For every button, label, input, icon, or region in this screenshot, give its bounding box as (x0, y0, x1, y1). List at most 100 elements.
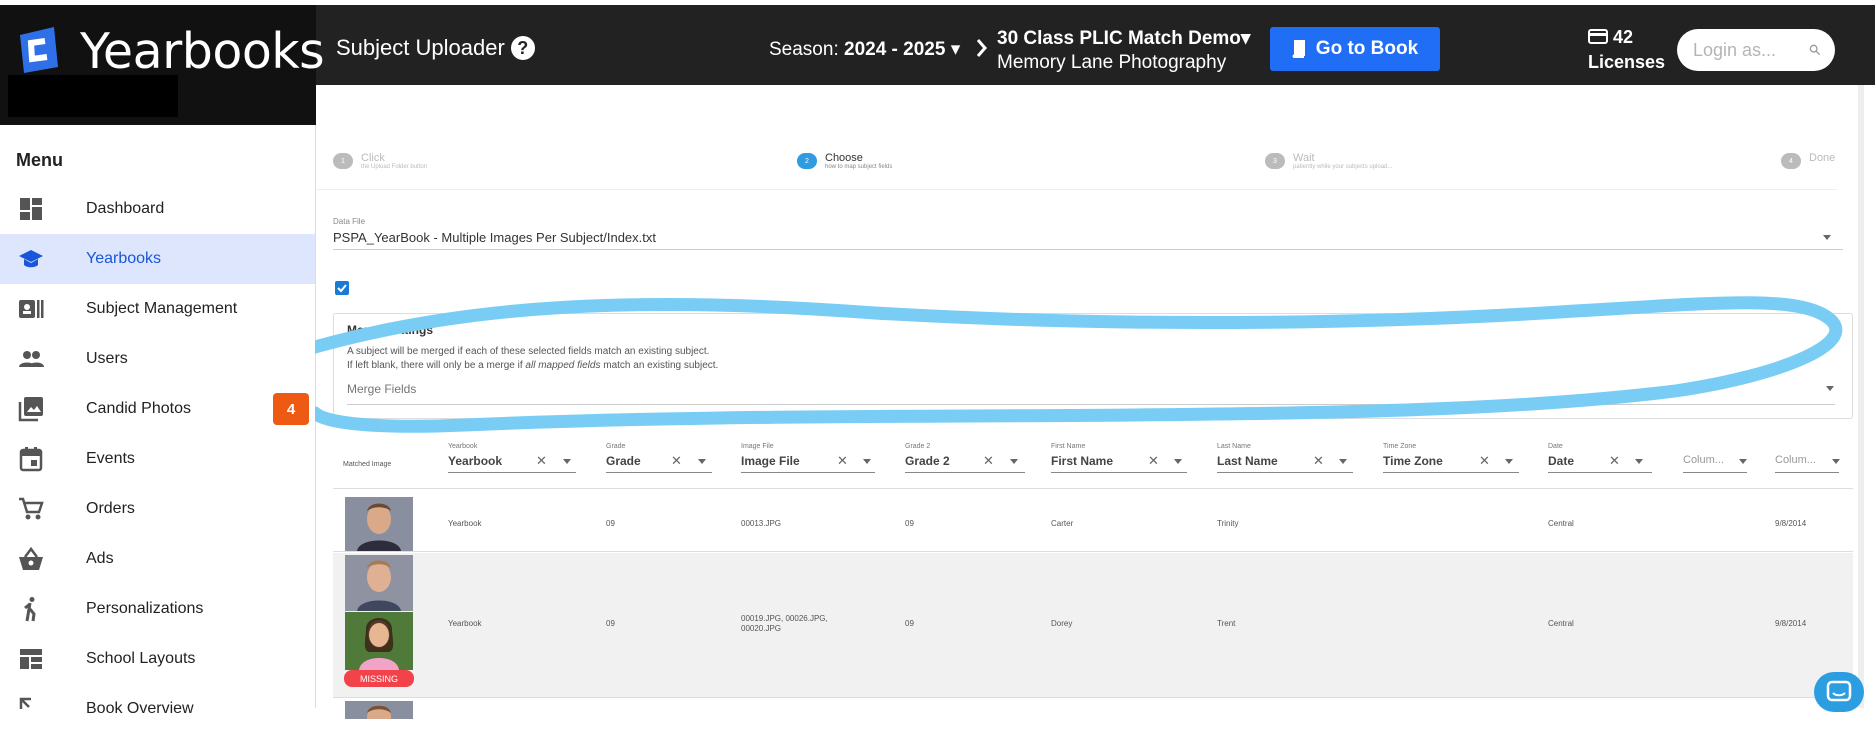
sidebar-item-orders[interactable]: Orders (0, 484, 315, 534)
caret-down-icon[interactable] (1505, 459, 1513, 464)
column-mapping-time-zone[interactable]: Time Zone Time Zone ✕ (1383, 439, 1523, 489)
sidebar-item-subject-management[interactable]: Subject Management (0, 284, 315, 334)
clear-icon[interactable]: ✕ (1479, 453, 1490, 469)
main-content: 1 Click the Upload Folder button 2 Choos… (315, 85, 1862, 719)
column-mapping-yearbook[interactable]: Yearbook Yearbook ✕ (448, 439, 578, 489)
column-mapping-unassigned[interactable]: Colum... (1683, 439, 1753, 489)
caret-down-icon[interactable] (1339, 459, 1347, 464)
column-source-label: First Name (1051, 443, 1086, 450)
column-mapped-field: Last Name (1217, 454, 1278, 468)
sidebar-item-candid-photos[interactable]: Candid Photos 4 (0, 384, 315, 434)
caret-down-icon[interactable] (1010, 459, 1018, 464)
go-to-book-button[interactable]: Go to Book (1270, 27, 1440, 71)
column-mapping-date[interactable]: Date Date ✕ (1548, 439, 1658, 489)
sidebar-item-dashboard[interactable]: Dashboard (0, 184, 315, 234)
graduation-cap-icon (19, 250, 43, 268)
column-mapping-grade[interactable]: Grade Grade ✕ (606, 439, 716, 489)
cell-image-file: 00019.JPG, 00026.JPG, (741, 614, 828, 623)
field-underline (606, 472, 712, 473)
step-description: how to map subject fields (825, 164, 893, 170)
sidebar-item-book-overview[interactable]: Book Overview (0, 684, 315, 734)
caret-down-icon[interactable] (1826, 386, 1834, 391)
chevron-right-icon (976, 39, 987, 57)
caret-down-icon[interactable] (698, 459, 706, 464)
yearbooks-logo-icon (20, 27, 58, 73)
clear-icon[interactable]: ✕ (837, 453, 848, 469)
data-file-label: Data File (333, 217, 366, 226)
clear-icon[interactable]: ✕ (536, 453, 547, 469)
checkmark-icon (337, 284, 347, 293)
clear-icon[interactable]: ✕ (1148, 453, 1159, 469)
column-mapped-field: Colum... (1775, 454, 1816, 466)
column-mapped-field: Yearbook (448, 454, 503, 468)
column-mapped-field: First Name (1051, 454, 1114, 468)
page-title-text: Subject Uploader (336, 35, 505, 60)
column-mapping-first-name[interactable]: First Name First Name ✕ (1051, 439, 1191, 489)
clear-icon[interactable]: ✕ (1313, 453, 1324, 469)
sidebar-item-label: Candid Photos (86, 400, 191, 417)
option-checkbox[interactable] (335, 281, 349, 295)
season-value: 2024 - 2025 (844, 39, 946, 60)
sidebar-item-yearbooks[interactable]: Yearbooks (0, 234, 315, 284)
column-mapped-field: Image File (741, 454, 800, 468)
merge-settings-title: Merge Settings (347, 323, 434, 337)
mapping-table-header: Matched Image Yearbook Yearbook ✕ Grade … (333, 439, 1853, 489)
column-mapped-field: Grade (606, 454, 641, 468)
merge-settings-description: A subject will be merged if each of thes… (347, 346, 710, 357)
table-row[interactable] (333, 699, 1853, 719)
caret-down-icon[interactable] (863, 459, 871, 464)
upload-stepper: 1 Click the Upload Folder button 2 Choos… (317, 145, 1837, 190)
cell-date: Central (1548, 619, 1574, 628)
sidebar-item-personalizations[interactable]: Personalizations (0, 584, 315, 634)
caret-down-icon[interactable] (563, 459, 571, 464)
chat-widget-button[interactable] (1814, 672, 1864, 712)
calendar-icon (19, 447, 43, 472)
caret-down-icon[interactable] (1832, 459, 1840, 464)
brand-name[interactable]: Yearbooks (80, 23, 325, 80)
merge-fields-select[interactable] (347, 382, 1835, 405)
column-mapping-image-file[interactable]: Image File Image File ✕ (741, 439, 881, 489)
sidebar-item-events[interactable]: Events (0, 434, 315, 484)
data-file-underline (333, 249, 1843, 250)
season-selector[interactable]: Season: 2024 - 2025 ▾ (769, 38, 960, 61)
book-subtitle: Memory Lane Photography (997, 52, 1227, 73)
clear-icon[interactable]: ✕ (671, 453, 682, 469)
sidebar-item-label: Personalizations (86, 600, 204, 617)
sidebar-item-label: Users (86, 350, 128, 367)
field-underline (1775, 472, 1839, 473)
caret-down-icon[interactable] (1739, 459, 1747, 464)
candid-photos-count-badge: 4 (273, 393, 309, 425)
login-as-input[interactable] (1693, 39, 1803, 61)
caret-down-icon[interactable] (1823, 235, 1831, 240)
clear-icon[interactable]: ✕ (1609, 453, 1620, 469)
dashboard-icon (20, 198, 42, 220)
sidebar-item-users[interactable]: Users (0, 334, 315, 384)
field-underline (1217, 472, 1353, 473)
book-selector[interactable]: 30 Class PLIC Match Demo▾ (997, 27, 1250, 50)
column-mapping-grade-2[interactable]: Grade 2 Grade 2 ✕ (905, 439, 1035, 489)
caret-down-icon[interactable] (1635, 459, 1643, 464)
column-mapping-last-name[interactable]: Last Name Last Name ✕ (1217, 439, 1357, 489)
photo-library-icon (18, 397, 43, 422)
sidebar-item-school-layouts[interactable]: School Layouts (0, 634, 315, 684)
data-file-select[interactable]: PSPA_YearBook - Multiple Images Per Subj… (333, 230, 656, 245)
cell-grade: 09 (606, 519, 615, 528)
step-number: 4 (1781, 153, 1801, 169)
season-label: Season: (769, 39, 839, 60)
main-scrollbar[interactable] (1858, 85, 1864, 708)
step-number: 1 (333, 153, 353, 169)
table-row[interactable]: Yearbook 09 00013.JPG 09 Carter Trinity … (333, 494, 1853, 552)
clear-icon[interactable]: ✕ (983, 453, 994, 469)
column-source-label: Time Zone (1383, 443, 1417, 450)
caret-down-icon[interactable] (1174, 459, 1182, 464)
column-source-label: Image File (741, 443, 774, 450)
help-icon[interactable]: ? (510, 36, 535, 60)
sidebar-item-ads[interactable]: Ads (0, 534, 315, 584)
search-icon[interactable] (1809, 41, 1821, 59)
go-to-book-label: Go to Book (1315, 38, 1419, 59)
merge-note-emphasis: all mapped fields (525, 360, 601, 371)
table-row[interactable]: MISSING Yearbook 09 00019.JPG, 00026.JPG… (333, 553, 1853, 698)
login-as-field[interactable] (1677, 29, 1835, 71)
column-header-matched-image: Matched Image (343, 461, 392, 468)
column-mapping-unassigned[interactable]: Colum... (1775, 439, 1845, 489)
